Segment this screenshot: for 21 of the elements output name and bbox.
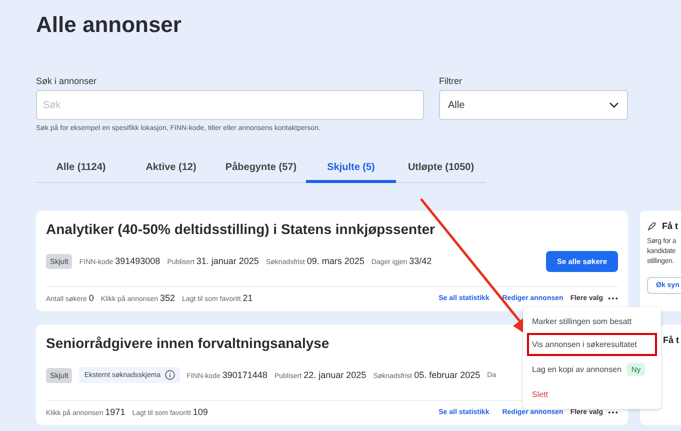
search-field[interactable]: Søk — [36, 90, 424, 120]
page-title: Alle annonser — [36, 12, 182, 38]
menu-item[interactable]: Vis annonsen i søkeresultatet — [527, 333, 657, 356]
tip-title: Få t — [663, 335, 680, 345]
tip-title: Få t — [662, 221, 678, 231]
more-icon — [608, 296, 618, 300]
tab[interactable]: Skjulte (5) — [306, 162, 396, 183]
field-label: Filtrer — [439, 76, 463, 86]
ad-title: Analytiker (40-50% deltidsstilling) i Statens innkjøpssenter — [46, 221, 435, 237]
tab[interactable]: Alle (1124) — [36, 162, 126, 183]
menu-item[interactable]: Marker stillingen som besatt — [527, 310, 657, 333]
tab[interactable]: Påbegynte (57) — [216, 162, 306, 183]
tab[interactable]: Aktive (12) — [126, 162, 216, 183]
tab[interactable]: Utløpte (1050) — [396, 162, 486, 183]
chevron-down-icon — [609, 102, 619, 108]
menu-item[interactable]: Slett — [527, 383, 657, 406]
field-label: Søk i annonser — [36, 76, 98, 86]
filter-dropdown[interactable]: Alle — [439, 90, 628, 120]
more-icon — [608, 410, 618, 414]
info-icon — [164, 370, 175, 380]
ad-title: Seniorrådgivere innen forvaltningsanalyse — [46, 335, 330, 351]
